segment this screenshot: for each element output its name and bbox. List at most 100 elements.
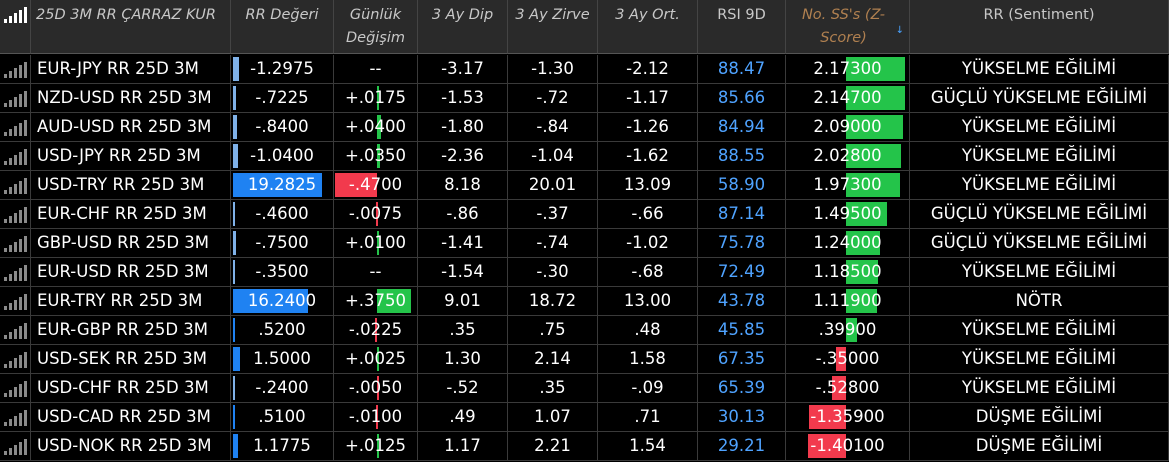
three-month-high-text: -1.04 — [531, 146, 574, 165]
daily-change-cell-text: -.0050 — [348, 378, 403, 397]
sentiment-label: DÜŞME EĞİLİMİ — [910, 432, 1169, 460]
header-z-score[interactable]: No. SS's (Z-Score) ↓ — [786, 0, 910, 54]
rr-value-cell-text: -.3500 — [255, 262, 309, 281]
three-month-avg: 1.58 — [598, 345, 698, 373]
z-score-cell: 2.02800 — [786, 142, 910, 170]
table-row[interactable]: EUR-JPY RR 25D 3M -1.2975 -- -3.17 -1.30 -2.1… — [0, 55, 1169, 84]
three-month-high-text: -.30 — [536, 262, 569, 281]
rr-value-bar — [233, 115, 237, 139]
table-row[interactable]: AUD-USD RR 25D 3M -.8400 +.0400 -1.80 -.84 -1… — [0, 113, 1169, 142]
table-row[interactable]: USD-SEK RR 25D 3M 1.5000 +.0025 1.30 2.14 1.5… — [0, 345, 1169, 374]
rsi-9d: 85.66 — [698, 84, 786, 112]
signal-strength-icon — [4, 294, 28, 310]
three-month-avg: 1.54 — [598, 432, 698, 460]
header-sentiment[interactable]: RR (Sentiment) — [910, 0, 1169, 54]
three-month-high-text: 2.21 — [534, 436, 571, 455]
rr-value-cell: -.3500 — [231, 258, 334, 286]
three-month-avg-text: 13.09 — [623, 175, 672, 194]
three-month-avg-text: -1.02 — [626, 233, 669, 252]
z-score-cell-text: -1.35900 — [810, 407, 885, 426]
z-score-cell-text: 1.18500 — [813, 262, 882, 281]
three-month-avg-text: -.09 — [631, 378, 664, 397]
rsi-9d-text: 65.39 — [717, 378, 766, 397]
signal-strength-icon — [4, 265, 28, 281]
three-month-avg-text: 1.58 — [629, 349, 666, 368]
table-row[interactable]: EUR-USD RR 25D 3M -.3500 -- -1.54 -.30 -.68 72… — [0, 258, 1169, 287]
header-kur[interactable]: 25D 3M RR ÇARRAZ KUR — [31, 0, 231, 54]
three-month-high-text: -.84 — [536, 117, 569, 136]
table-row[interactable]: EUR-GBP RR 25D 3M .5200 -.0225 .35 .75 .48 45.… — [0, 316, 1169, 345]
sentiment-label-text: YÜKSELME EĞİLİMİ — [961, 349, 1117, 368]
rr-value-bar — [233, 260, 235, 284]
rr-value-cell: -.4600 — [231, 200, 334, 228]
three-month-avg-text: -1.17 — [626, 88, 669, 107]
z-score-cell: .39900 — [786, 316, 910, 344]
daily-change-cell: +.0175 — [334, 84, 418, 112]
header-3m-high[interactable]: 3 Ay Zirve — [508, 0, 598, 54]
table-row[interactable]: EUR-TRY RR 25D 3M 16.2400 +.3750 9.01 18.72 1… — [0, 287, 1169, 316]
currency-pair-name: AUD-USD RR 25D 3M — [31, 113, 231, 141]
daily-change-cell: -- — [334, 258, 418, 286]
signal-strength-icon — [4, 439, 28, 455]
header-daily-change[interactable]: Günlük Değişim — [334, 0, 418, 54]
three-month-low: 8.18 — [418, 171, 508, 199]
three-month-low: 9.01 — [418, 287, 508, 315]
currency-pair-name-text: USD-NOK RR 25D 3M — [37, 436, 212, 455]
three-month-high: 18.72 — [508, 287, 598, 315]
currency-pair-name-text: EUR-GBP RR 25D 3M — [37, 320, 209, 339]
table-row[interactable]: USD-NOK RR 25D 3M 1.1775 +.0125 1.17 2.21 1.5… — [0, 432, 1169, 461]
three-month-avg-text: 13.00 — [623, 291, 672, 310]
three-month-avg-text: .48 — [634, 320, 661, 339]
sentiment-label-text: GÜÇLÜ YÜKSELME EĞİLİMİ — [930, 233, 1148, 252]
sentiment-label: YÜKSELME EĞİLİMİ — [910, 258, 1169, 286]
three-month-low-text: .49 — [449, 407, 476, 426]
z-score-cell: 1.24000 — [786, 229, 910, 257]
currency-pair-name: EUR-JPY RR 25D 3M — [31, 55, 231, 83]
rr-value-cell-text: -1.0400 — [250, 146, 314, 165]
signal-cell — [0, 432, 31, 460]
z-score-cell-text: -1.40100 — [810, 436, 885, 455]
header-rsi-9d[interactable]: RSI 9D — [698, 0, 786, 54]
currency-pair-name: USD-NOK RR 25D 3M — [31, 432, 231, 460]
signal-cell — [0, 171, 31, 199]
signal-cell — [0, 142, 31, 170]
table-row[interactable]: USD-CHF RR 25D 3M -.2400 -.0050 -.52 .35 -.09… — [0, 374, 1169, 403]
rr-value-bar — [233, 202, 236, 226]
table-row[interactable]: GBP-USD RR 25D 3M -.7500 +.0100 -1.41 -.74 -1… — [0, 229, 1169, 258]
rr-value-cell-text: .5100 — [258, 407, 306, 426]
table-row[interactable]: USD-JPY RR 25D 3M -1.0400 +.0350 -2.36 -1.04… — [0, 142, 1169, 171]
three-month-high: 1.07 — [508, 403, 598, 431]
header-3m-avg[interactable]: 3 Ay Ort. — [598, 0, 698, 54]
signal-strength-icon — [4, 207, 28, 223]
rr-value-cell-text: -1.2975 — [250, 59, 314, 78]
daily-change-cell-text: +.0175 — [344, 88, 407, 107]
rr-value-cell: -.2400 — [231, 374, 334, 402]
three-month-low: -1.54 — [418, 258, 508, 286]
table-row[interactable]: NZD-USD RR 25D 3M -.7225 +.0175 -1.53 -.72 -1… — [0, 84, 1169, 113]
three-month-low-text: 1.30 — [444, 349, 481, 368]
z-score-cell: -1.35900 — [786, 403, 910, 431]
z-score-cell-text: .39900 — [818, 320, 877, 339]
rr-value-bar — [233, 57, 239, 81]
rsi-9d-text: 29.21 — [717, 436, 766, 455]
sentiment-label-text: YÜKSELME EĞİLİMİ — [961, 59, 1117, 78]
currency-pair-name-text: USD-CHF RR 25D 3M — [37, 378, 209, 397]
header-rr-value[interactable]: RR Değeri — [231, 0, 334, 54]
three-month-low: -1.53 — [418, 84, 508, 112]
z-score-cell: 1.11900 — [786, 287, 910, 315]
three-month-low-text: .35 — [449, 320, 476, 339]
z-score-cell-text: 2.02800 — [813, 146, 882, 165]
header-3m-low[interactable]: 3 Ay Dip — [418, 0, 508, 54]
rsi-9d: 72.49 — [698, 258, 786, 286]
three-month-high-text: -1.30 — [531, 59, 574, 78]
three-month-avg-text: -1.62 — [626, 146, 669, 165]
rsi-9d: 87.14 — [698, 200, 786, 228]
table-row[interactable]: USD-CAD RR 25D 3M .5100 -.0100 .49 1.07 .71 30… — [0, 403, 1169, 432]
table-row[interactable]: USD-TRY RR 25D 3M 19.2825 -.4700 8.18 20.01 1… — [0, 171, 1169, 200]
table-row[interactable]: EUR-CHF RR 25D 3M -.4600 -.0075 -.86 -.37 -.6… — [0, 200, 1169, 229]
sentiment-label-text: YÜKSELME EĞİLİMİ — [961, 320, 1117, 339]
z-score-cell-text: 1.24000 — [813, 233, 882, 252]
rr-value-cell-text: 1.1775 — [253, 436, 311, 455]
z-score-cell: 2.14700 — [786, 84, 910, 112]
signal-cell — [0, 258, 31, 286]
